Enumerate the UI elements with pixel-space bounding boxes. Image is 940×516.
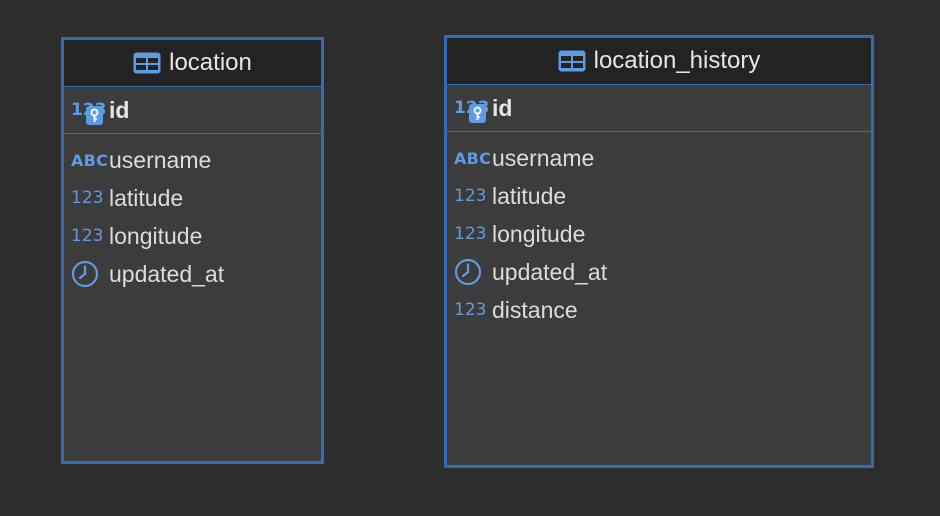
clock-icon [71, 260, 105, 288]
column-row-username[interactable]: ABC username [447, 139, 871, 177]
column-name: latitude [492, 182, 567, 209]
entity-title: location_history [593, 47, 761, 74]
primary-key-section: 123 id [447, 85, 871, 132]
number-type-icon: 123 [454, 224, 487, 244]
column-name: updated_at [109, 260, 225, 287]
entity-location-history[interactable]: location_history 123 id ABC username [444, 35, 874, 468]
column-name: longitude [492, 220, 586, 247]
text-type-icon: ABC [454, 148, 492, 168]
column-row-updated-at[interactable]: updated_at [447, 253, 871, 291]
number-type-icon: 123 [454, 300, 487, 320]
column-name: longitude [109, 222, 203, 249]
primary-key-section: 123 id [64, 87, 321, 134]
column-list: ABC username 123 latitude 123 longitude [447, 132, 871, 329]
column-row-latitude[interactable]: 123 latitude [64, 179, 321, 217]
number-type-icon: 123 [71, 226, 104, 246]
column-name: latitude [109, 184, 184, 211]
column-row-longitude[interactable]: 123 longitude [447, 215, 871, 253]
column-row-latitude[interactable]: 123 latitude [447, 177, 871, 215]
column-row-id[interactable]: 123 id [64, 87, 129, 133]
table-icon [558, 50, 586, 72]
entity-header[interactable]: location [64, 40, 321, 87]
column-row-id[interactable]: 123 id [447, 85, 512, 131]
column-row-distance[interactable]: 123 distance [447, 291, 871, 329]
entity-location[interactable]: location 123 id ABC username 1 [61, 37, 324, 464]
entity-header[interactable]: location_history [447, 38, 871, 85]
column-name: username [109, 146, 212, 173]
clock-icon [454, 258, 488, 286]
number-type-icon: 123 [454, 186, 487, 206]
column-name: id [109, 96, 130, 123]
table-icon [133, 52, 161, 74]
column-name: updated_at [492, 258, 608, 285]
key-icon: 123 [454, 94, 490, 123]
number-type-icon: 123 [71, 188, 104, 208]
column-row-longitude[interactable]: 123 longitude [64, 217, 321, 255]
column-name: id [492, 94, 513, 121]
column-row-updated-at[interactable]: updated_at [64, 255, 321, 293]
text-type-icon: ABC [71, 150, 109, 170]
column-list: ABC username 123 latitude 123 longitude [64, 134, 321, 293]
entity-title: location [169, 49, 252, 76]
column-name: distance [492, 296, 578, 323]
column-name: username [492, 144, 595, 171]
key-icon: 123 [71, 96, 107, 125]
column-row-username[interactable]: ABC username [64, 141, 321, 179]
